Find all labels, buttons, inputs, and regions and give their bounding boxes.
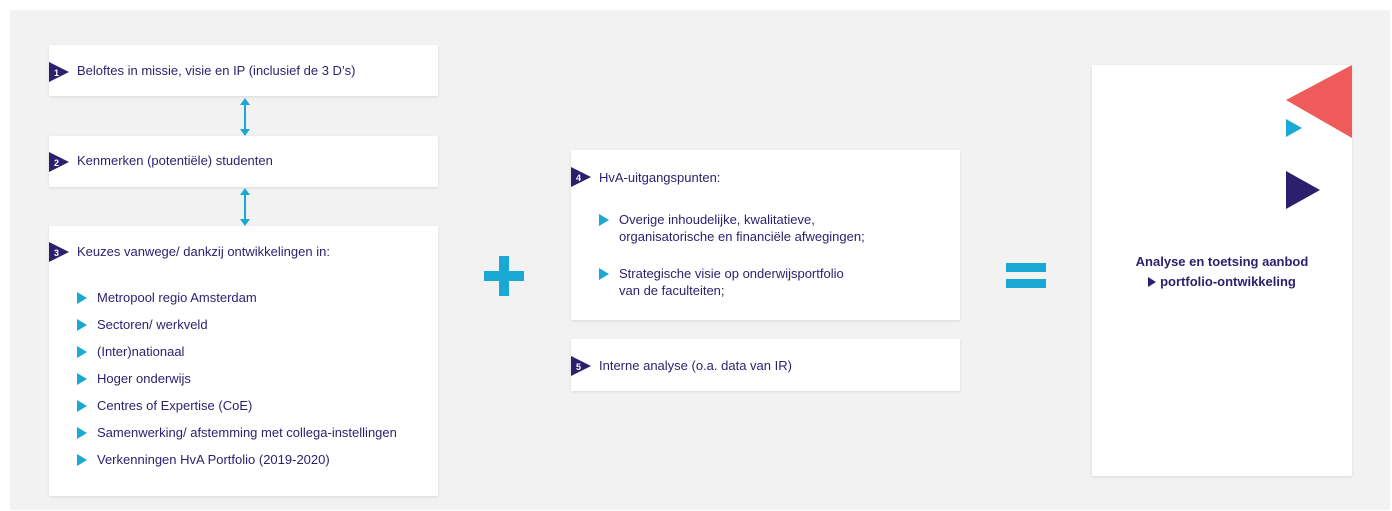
- double-arrow-1-2: [240, 98, 250, 136]
- box-1-beloftes: 1 Beloftes in missie, visie en IP (inclu…: [49, 45, 438, 96]
- badge-number: 2: [54, 158, 59, 168]
- list-item-label: Samenwerking/ afstemming met collega-ins…: [97, 425, 397, 440]
- list-item-label: Metropool regio Amsterdam: [97, 290, 257, 305]
- double-arrow-2-3: [240, 188, 250, 226]
- badge-number: 1: [54, 68, 59, 78]
- result-card: Analyse en toetsing aanbod portfolio-ont…: [1092, 65, 1352, 476]
- bullet-triangle-icon: [77, 346, 87, 358]
- list-item-label: (Inter)nationaal: [97, 344, 185, 359]
- small-cyan-triangle-icon: [1286, 119, 1302, 137]
- badge-number: 5: [576, 362, 581, 372]
- box-5-label: Interne analyse (o.a. data van IR): [599, 358, 792, 373]
- box-1-label: Beloftes in missie, visie en IP (inclusi…: [77, 63, 356, 78]
- equals-bottom-bar: [1006, 279, 1046, 288]
- badge-number: 3: [54, 248, 59, 258]
- bullet-triangle-icon: [77, 292, 87, 304]
- result-bullet-icon: [1148, 277, 1157, 287]
- badge-number: 4: [576, 173, 581, 183]
- list-item-line-2: van de faculteiten;: [619, 283, 725, 298]
- bullet-triangle-icon: [77, 373, 87, 385]
- equals-top-bar: [1006, 263, 1046, 272]
- navy-triangle-icon: [1286, 171, 1320, 209]
- bullet-triangle-icon: [599, 214, 609, 226]
- box-3-keuzes: 3 Keuzes vanwege/ dankzij ontwikkelingen…: [49, 226, 438, 496]
- bullet-triangle-icon: [77, 454, 87, 466]
- result-title-line-2: portfolio-ontwikkeling: [1092, 274, 1352, 289]
- bullet-triangle-icon: [77, 400, 87, 412]
- list-item-line-1: Overige inhoudelijke, kwalitatieve,: [619, 212, 815, 227]
- plus-operator: [484, 256, 524, 296]
- bullet-triangle-icon: [77, 427, 87, 439]
- box-2-kenmerken: 2 Kenmerken (potentiële) studenten: [49, 136, 438, 187]
- list-item-label: Verkenningen HvA Portfolio (2019-2020): [97, 452, 330, 467]
- equals-operator: [1006, 263, 1046, 289]
- box-4-label: HvA-uitgangspunten:: [599, 170, 721, 185]
- result-title-line-1: Analyse en toetsing aanbod: [1135, 254, 1309, 269]
- list-item-label: Hoger onderwijs: [97, 371, 191, 386]
- list-item-line-1: Strategische visie op onderwijsportfolio: [619, 266, 844, 281]
- box-2-label: Kenmerken (potentiële) studenten: [77, 153, 273, 168]
- box-5-interne-analyse: 5 Interne analyse (o.a. data van IR): [571, 339, 960, 391]
- list-item-label: Sectoren/ werkveld: [97, 317, 208, 332]
- list-item-label: Centres of Expertise (CoE): [97, 398, 253, 413]
- box-4-uitgangspunten: 4 HvA-uitgangspunten: Overige inhoudelij…: [571, 150, 960, 320]
- diagram-canvas: 1 Beloftes in missie, visie en IP (inclu…: [10, 10, 1390, 510]
- list-item-line-2: organisatorische en financiële afweginge…: [619, 229, 865, 244]
- box-3-label: Keuzes vanwege/ dankzij ontwikkelingen i…: [77, 244, 330, 259]
- result-title-line-2-text: portfolio-ontwikkeling: [1160, 274, 1296, 289]
- bullet-triangle-icon: [77, 319, 87, 331]
- plus-vertical-bar: [499, 256, 509, 296]
- bullet-triangle-icon: [599, 268, 609, 280]
